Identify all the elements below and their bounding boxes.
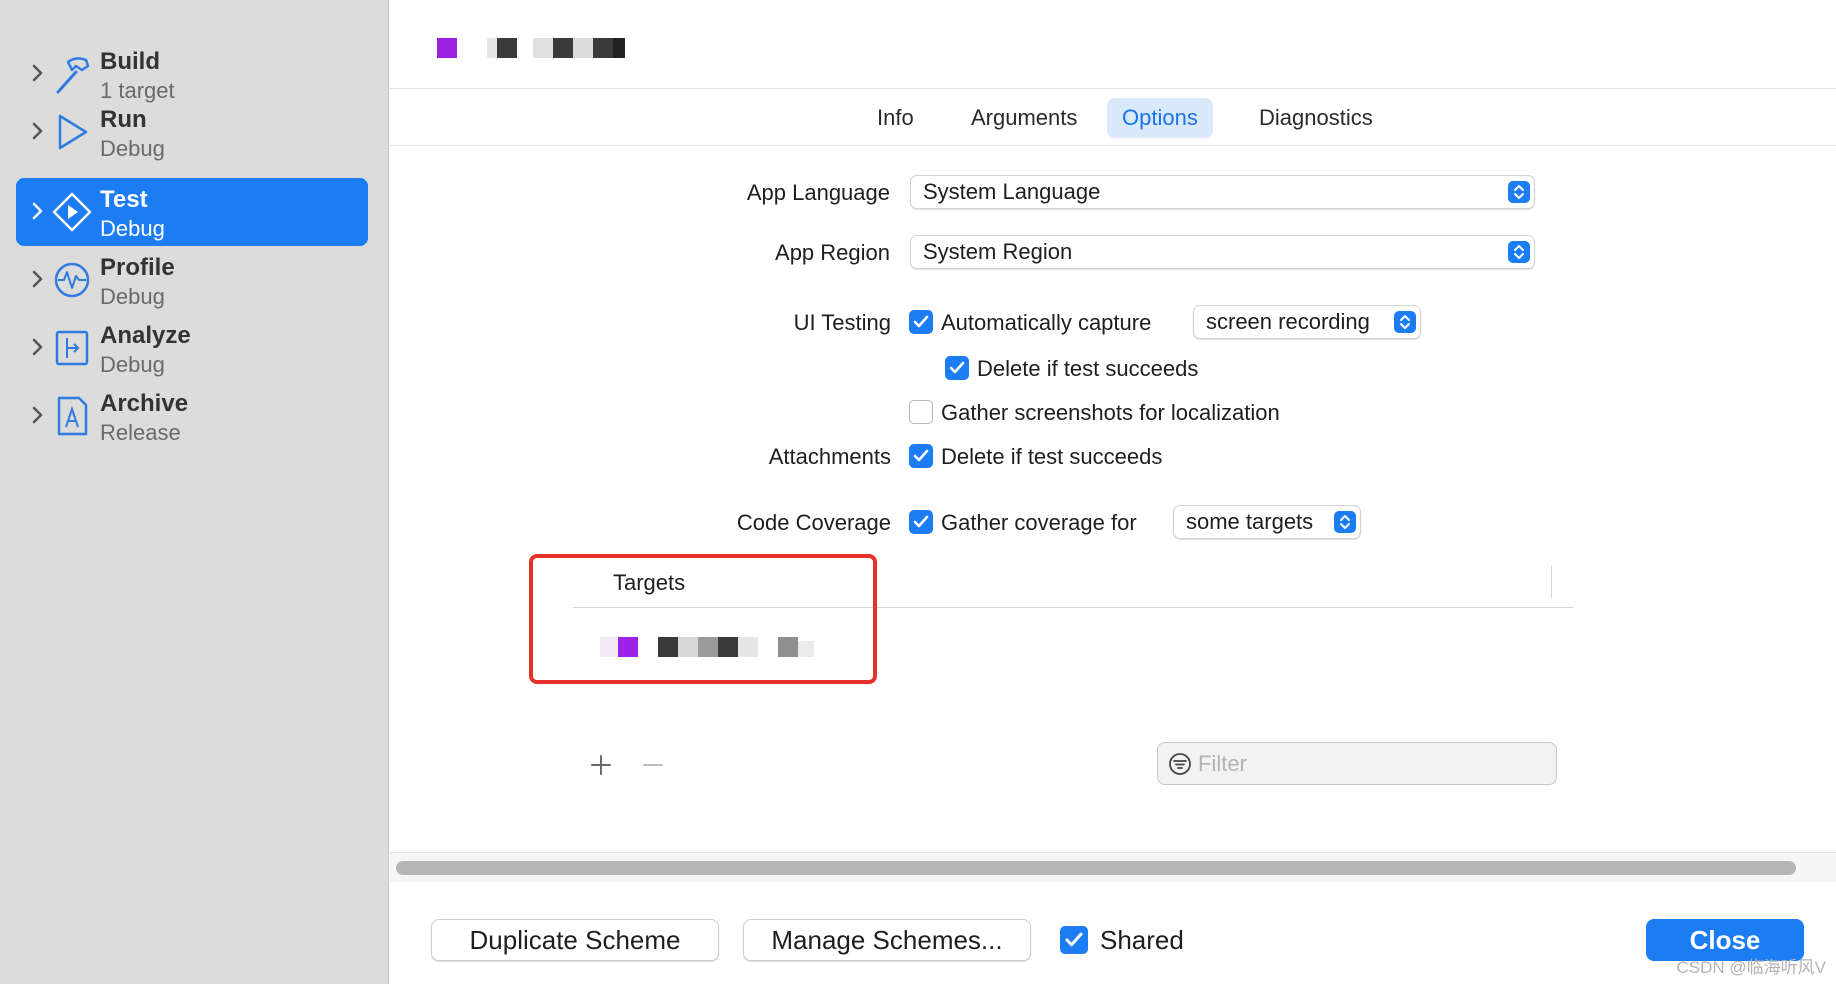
waveform-icon: [54, 262, 90, 298]
ui-delete-if-succeeds-label: Delete if test succeeds: [977, 356, 1199, 381]
app-region-value: System Region: [923, 239, 1073, 264]
app-region-popup[interactable]: System Region: [910, 235, 1535, 269]
sidebar-item-title: Build: [100, 48, 160, 75]
scrollbar-thumb[interactable]: [396, 861, 1796, 875]
scheme-header: [390, 0, 1836, 89]
sidebar-item-title: Run: [100, 106, 147, 133]
coverage-targets-value: some targets: [1186, 509, 1314, 534]
attachments-label: Attachments: [768, 444, 891, 469]
tab-bar: Info Arguments Options Diagnostics: [390, 90, 1836, 146]
chevron-right-icon[interactable]: [24, 118, 50, 144]
app-region-label: App Region: [775, 240, 890, 265]
sidebar-item-archive[interactable]: Archive Release: [16, 382, 368, 450]
chevron-right-icon[interactable]: [24, 334, 50, 360]
capture-mode-value: screen recording: [1206, 309, 1370, 334]
auto-capture-label: Automatically capture: [941, 310, 1152, 335]
sidebar-item-title: Archive: [100, 390, 189, 417]
coverage-targets-popup[interactable]: some targets: [1173, 505, 1361, 539]
app-language-value: System Language: [923, 179, 1101, 204]
chevron-right-icon[interactable]: [24, 60, 50, 86]
sidebar-item-analyze[interactable]: Analyze Debug: [16, 314, 368, 382]
sidebar-item-subtitle: Debug: [100, 136, 165, 161]
chevron-right-icon[interactable]: [24, 402, 50, 428]
sidebar-item-test[interactable]: Test Debug: [16, 178, 368, 246]
play-icon: [58, 114, 88, 150]
attachments-delete-checkbox[interactable]: [909, 444, 933, 468]
sidebar-item-subtitle: Debug: [100, 216, 165, 241]
sidebar-item-title: Analyze: [100, 322, 191, 349]
analyze-icon: [55, 330, 89, 366]
filter-input[interactable]: [1198, 748, 1538, 780]
shared-checkbox[interactable]: [1060, 926, 1088, 954]
auto-capture-checkbox[interactable]: [909, 310, 933, 334]
sidebar-item-run[interactable]: Run Debug: [16, 98, 368, 166]
gather-coverage-checkbox[interactable]: [909, 510, 933, 534]
duplicate-scheme-button[interactable]: Duplicate Scheme: [431, 919, 719, 961]
gather-screenshots-label: Gather screenshots for localization: [941, 400, 1280, 425]
shared-label: Shared: [1100, 925, 1184, 955]
code-coverage-label: Code Coverage: [736, 510, 891, 535]
sidebar-item-subtitle: Debug: [100, 352, 165, 377]
popup-stepper-icon: [1394, 311, 1416, 333]
manage-schemes-button[interactable]: Manage Schemes...: [743, 919, 1031, 961]
filter-field[interactable]: [1157, 742, 1557, 785]
tab-options[interactable]: Options: [1107, 98, 1213, 138]
add-icon[interactable]: [588, 752, 614, 778]
popup-stepper-icon: [1508, 181, 1530, 203]
sidebar-item-subtitle: Release: [100, 420, 181, 445]
sidebar-item-title: Test: [100, 186, 148, 213]
attachments-delete-label: Delete if test succeeds: [941, 444, 1163, 469]
chevron-right-icon[interactable]: [24, 266, 50, 292]
sidebar-item-profile[interactable]: Profile Debug: [16, 246, 368, 314]
redacted-scheme-name: [437, 38, 637, 60]
highlight-annotation-box: [529, 554, 877, 684]
popup-stepper-icon: [1334, 511, 1356, 533]
column-divider: [1551, 566, 1552, 598]
hammer-icon: [56, 57, 90, 94]
capture-mode-popup[interactable]: screen recording: [1193, 305, 1421, 339]
ui-testing-label: UI Testing: [793, 310, 891, 335]
watermark: CSDN @临海听风V: [1676, 958, 1827, 977]
gather-screenshots-checkbox[interactable]: [909, 400, 933, 424]
tab-info[interactable]: Info: [862, 98, 929, 138]
remove-icon[interactable]: [640, 752, 666, 778]
chevron-right-icon[interactable]: [24, 198, 50, 224]
dialog-footer: Duplicate Scheme Manage Schemes... Share…: [390, 883, 1836, 984]
app-language-label: App Language: [746, 180, 890, 205]
scheme-actions-sidebar: Build 1 target Run Debug Test Debug Prof…: [0, 0, 389, 984]
horizontal-scrollbar[interactable]: [390, 852, 1836, 882]
archive-icon: [57, 396, 88, 436]
tab-arguments[interactable]: Arguments: [956, 98, 1092, 138]
gather-coverage-label: Gather coverage for: [941, 510, 1137, 535]
filter-icon: [1169, 753, 1191, 775]
test-diamond-icon: [52, 192, 92, 232]
sidebar-item-title: Profile: [100, 254, 175, 281]
ui-delete-if-succeeds-checkbox[interactable]: [945, 356, 969, 380]
app-language-popup[interactable]: System Language: [910, 175, 1535, 209]
tab-diagnostics[interactable]: Diagnostics: [1244, 98, 1388, 138]
sidebar-item-subtitle: Debug: [100, 284, 165, 309]
popup-stepper-icon: [1508, 241, 1530, 263]
